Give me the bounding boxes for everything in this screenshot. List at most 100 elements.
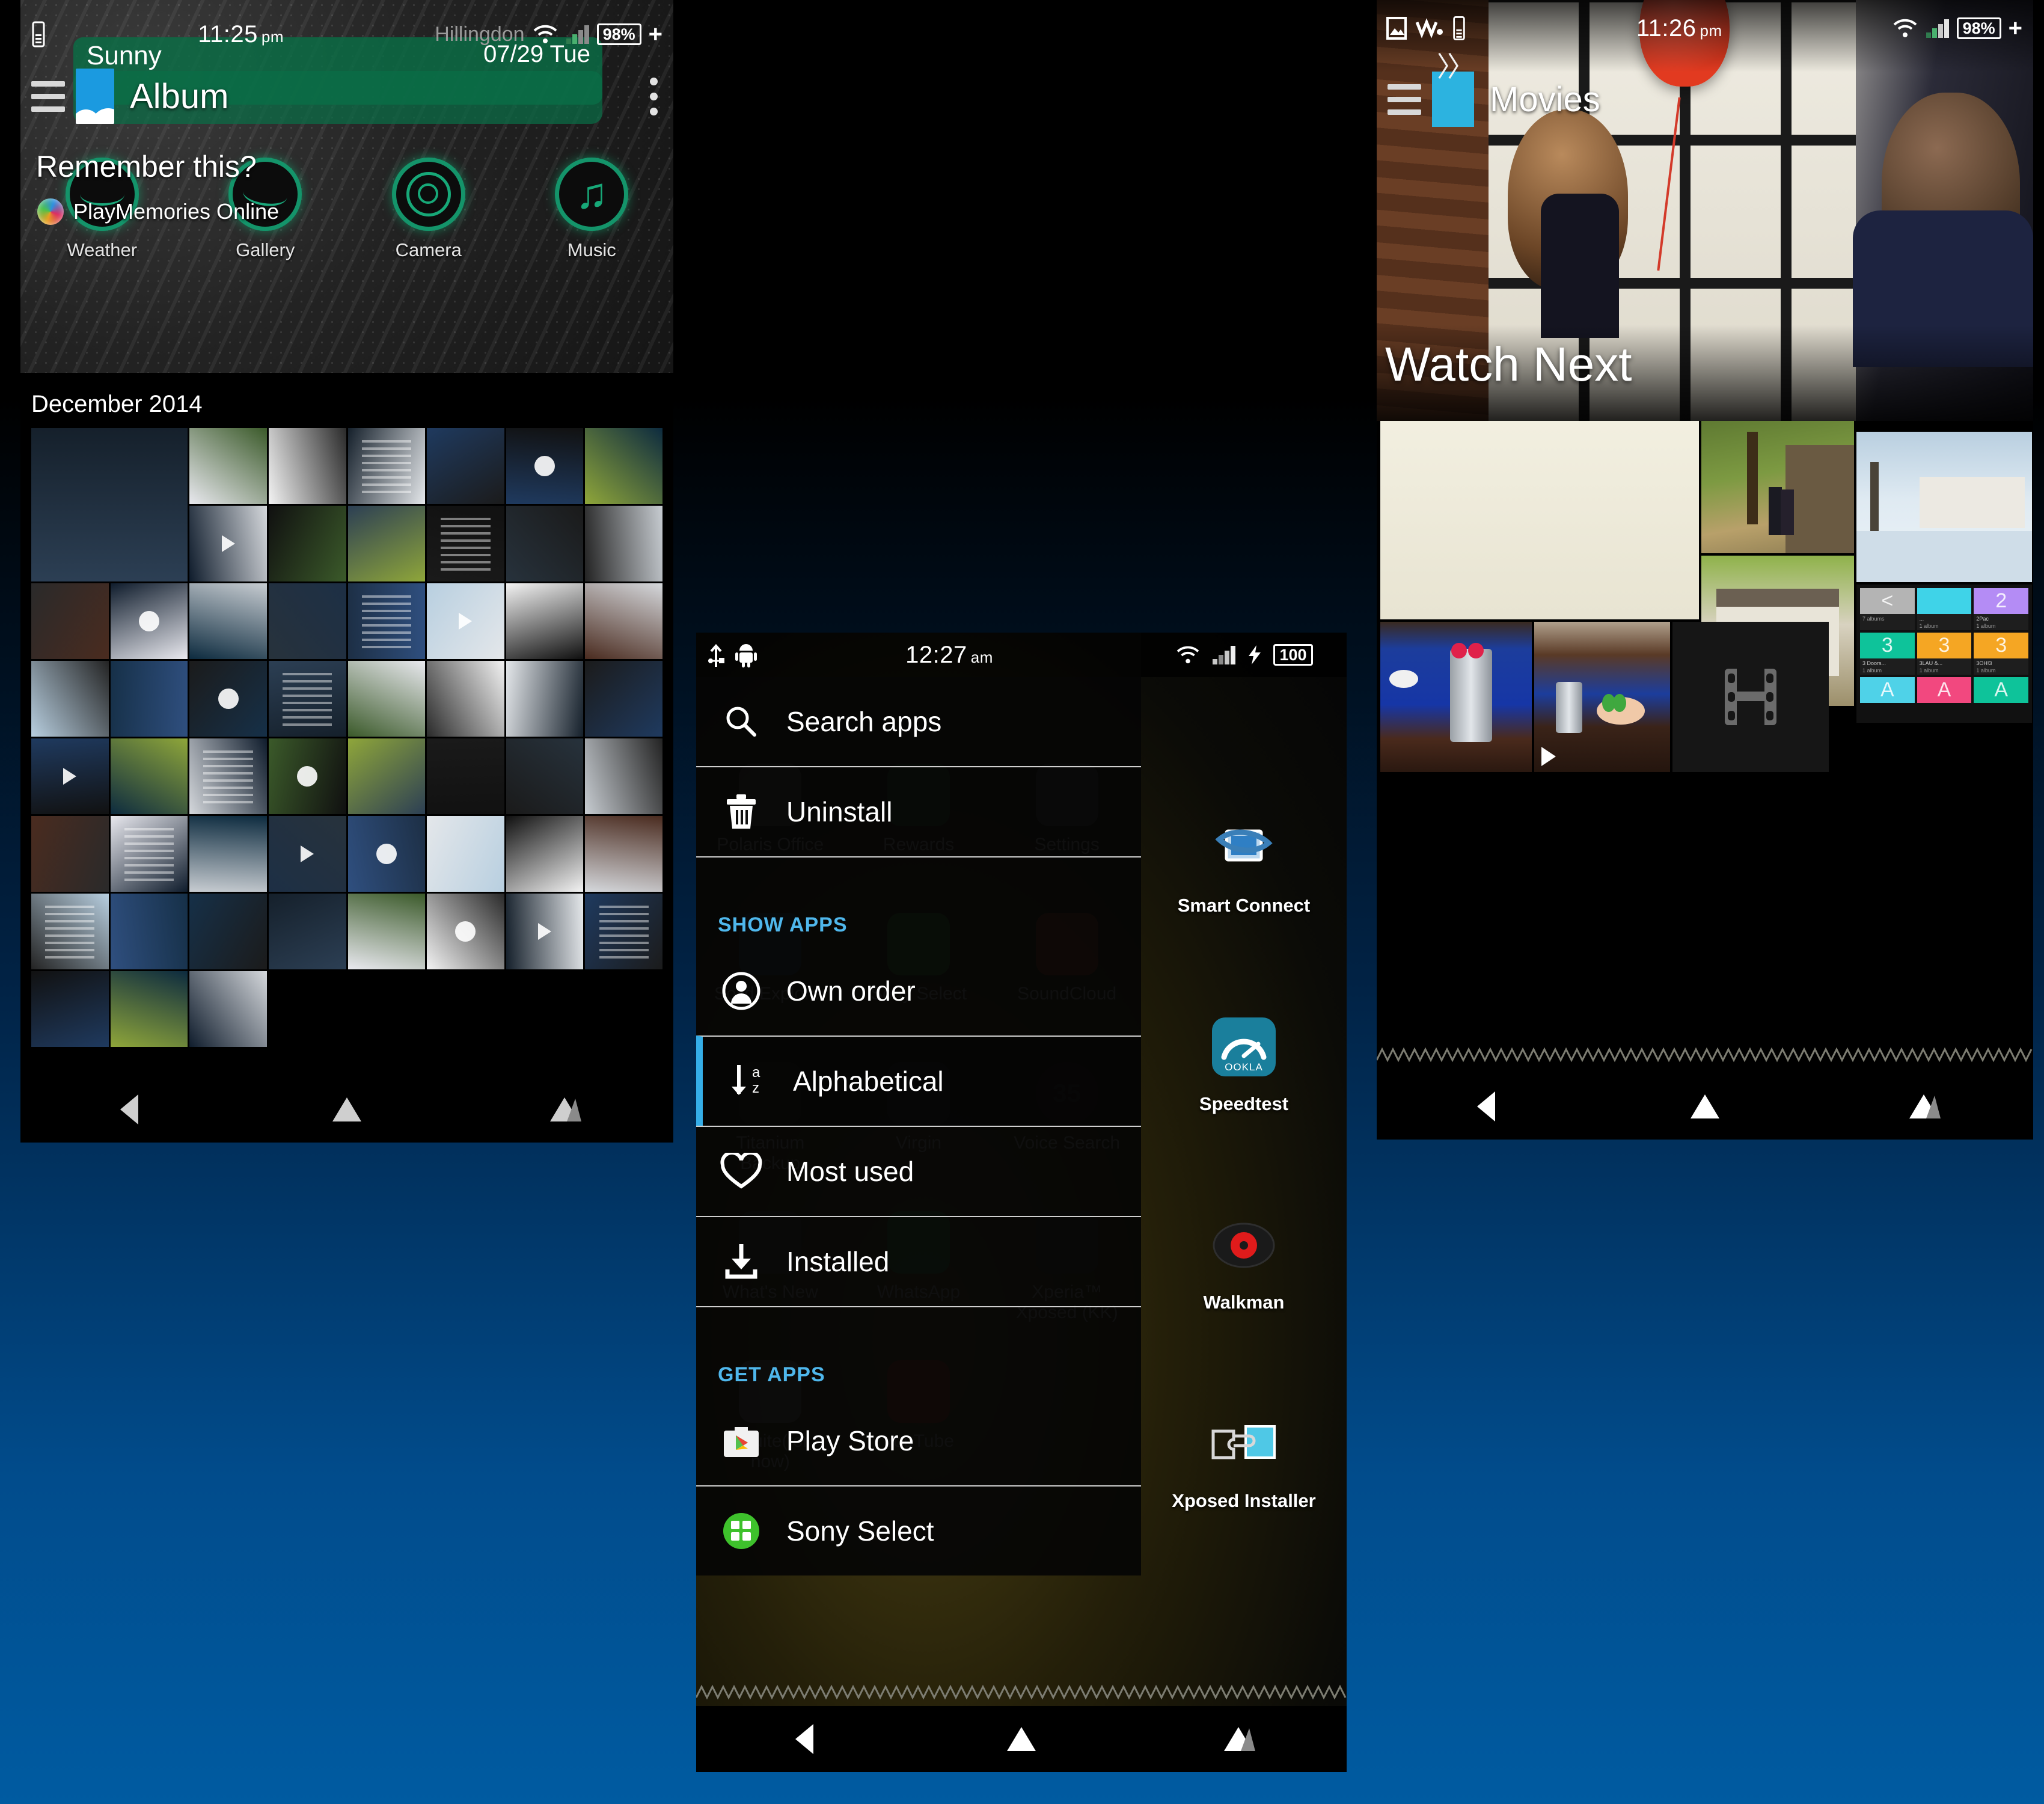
photo-thumbnail[interactable] — [506, 428, 584, 504]
menu-item-play-store[interactable]: Play Store — [696, 1396, 1141, 1485]
recents-button[interactable] — [1814, 1094, 2033, 1118]
photo-thumbnail[interactable] — [585, 583, 662, 659]
photo-thumbnail[interactable] — [189, 738, 267, 814]
photo-thumbnail[interactable] — [110, 816, 188, 892]
movie-thumbnail-claymation-2[interactable] — [1534, 622, 1670, 772]
photo-thumbnail[interactable] — [189, 661, 267, 737]
photo-thumbnail[interactable] — [268, 506, 346, 581]
photo-thumbnail[interactable] — [427, 428, 504, 504]
photo-thumbnail[interactable] — [427, 738, 504, 814]
photo-thumbnail[interactable] — [268, 661, 346, 737]
home-button[interactable] — [1596, 1094, 1814, 1118]
photo-thumbnail[interactable] — [506, 506, 584, 581]
photo-thumbnail[interactable] — [110, 894, 188, 969]
hamburger-icon[interactable] — [20, 81, 76, 112]
photo-thumbnail[interactable] — [347, 428, 426, 504]
photo-thumbnail[interactable] — [189, 428, 267, 504]
photo-thumbnail[interactable] — [110, 738, 188, 814]
photo-thumbnail[interactable] — [268, 894, 346, 969]
photo-thumbnail[interactable] — [31, 816, 109, 892]
music-artist-tile[interactable]: ... 1 album — [1917, 588, 1972, 630]
photo-thumbnail[interactable] — [268, 738, 346, 814]
photo-thumbnail[interactable] — [585, 428, 662, 504]
photo-thumbnail[interactable] — [110, 971, 188, 1047]
photo-thumbnail[interactable] — [31, 583, 109, 659]
photo-thumbnail[interactable] — [506, 738, 584, 814]
photo-thumbnail[interactable] — [189, 971, 267, 1047]
photo-thumbnail[interactable] — [31, 428, 188, 581]
side-app-walkman[interactable]: Walkman — [1141, 1210, 1347, 1408]
kebab-menu-icon[interactable] — [650, 77, 658, 115]
menu-item-alphabetical[interactable]: az Alphabetical — [696, 1035, 1141, 1126]
movie-thumbnail-claymation-1[interactable] — [1380, 622, 1532, 772]
home-button[interactable] — [238, 1097, 456, 1121]
photo-thumbnail[interactable] — [347, 894, 426, 969]
movie-thumbnail-large[interactable] — [1380, 421, 1699, 619]
photo-thumbnail[interactable] — [506, 816, 584, 892]
side-app-list[interactable]: Smart Connect OOKLA Speedtest Walkman Xposed… — [1141, 813, 1347, 1607]
photo-thumbnail[interactable] — [347, 661, 426, 737]
recents-button[interactable] — [456, 1097, 673, 1121]
photo-thumbnail[interactable] — [585, 661, 662, 737]
photo-thumbnail[interactable] — [189, 506, 267, 581]
menu-item-search-apps[interactable]: Search apps — [696, 677, 1141, 766]
photo-thumbnail[interactable] — [585, 506, 662, 581]
photo-thumbnail[interactable] — [427, 894, 504, 969]
photo-thumbnail[interactable] — [268, 816, 346, 892]
hamburger-icon[interactable] — [1377, 84, 1432, 115]
photo-thumbnail[interactable] — [110, 583, 188, 659]
back-button[interactable] — [20, 1094, 238, 1124]
back-button[interactable] — [1377, 1091, 1596, 1121]
photo-thumbnail[interactable] — [506, 583, 584, 659]
movies-thumbnail-grid[interactable]: <7 albums... 1 album 2 2Pac 1 album 3 3 Doors.… — [1380, 421, 2032, 1028]
drawer-menu[interactable]: Search apps Uninstall SHOW APPS Own orde… — [696, 677, 1141, 1575]
movie-thumbnail-music-grid[interactable]: <7 albums... 1 album 2 2Pac 1 album 3 3 Doors.… — [1856, 584, 2032, 723]
movie-thumbnail-snow[interactable] — [1856, 432, 2032, 582]
playmemories-online-link[interactable]: PlayMemories Online — [37, 198, 279, 225]
photo-thumbnail[interactable] — [189, 894, 267, 969]
photo-thumbnail[interactable] — [347, 506, 426, 581]
side-app-speedtest[interactable]: OOKLA Speedtest — [1141, 1011, 1347, 1210]
photo-thumbnail[interactable] — [268, 583, 346, 659]
music-artist-tile[interactable]: 3 3OH!3 1 album — [1974, 633, 2028, 675]
home-button[interactable] — [913, 1727, 1130, 1751]
menu-item-uninstall[interactable]: Uninstall — [696, 766, 1141, 856]
photo-thumbnail[interactable] — [31, 971, 109, 1047]
photo-thumbnail[interactable] — [110, 661, 188, 737]
photo-thumbnail[interactable] — [585, 738, 662, 814]
photo-thumbnail[interactable] — [347, 738, 426, 814]
photo-thumbnail[interactable] — [347, 583, 426, 659]
movie-thumbnail-autumn[interactable] — [1701, 421, 1854, 553]
photo-thumbnail[interactable] — [506, 894, 584, 969]
menu-item-sony-select[interactable]: Sony Select — [696, 1485, 1141, 1575]
menu-item-most-used[interactable]: Most used — [696, 1126, 1141, 1216]
photo-thumbnail[interactable] — [347, 816, 426, 892]
music-artist-tile[interactable]: 2 2Pac 1 album — [1974, 588, 2028, 630]
menu-item-installed[interactable]: Installed — [696, 1216, 1141, 1306]
music-artist-tile[interactable]: <7 albums — [1860, 588, 1915, 630]
music-artist-tile[interactable]: A — [1974, 677, 2028, 719]
photo-thumbnail[interactable] — [585, 894, 662, 969]
photo-thumbnail[interactable] — [427, 506, 504, 581]
photo-thumbnail[interactable] — [268, 428, 346, 504]
photo-thumbnail[interactable] — [427, 661, 504, 737]
photo-thumbnail[interactable] — [427, 583, 504, 659]
dock-item-music[interactable]: ♫ Music — [510, 158, 674, 278]
photo-thumbnail[interactable] — [585, 816, 662, 892]
music-artist-tile[interactable]: 3 3LAU &... 1 album — [1917, 633, 1972, 675]
music-artist-tile[interactable]: A — [1860, 677, 1915, 719]
side-app-xposed-installer[interactable]: Xposed Installer — [1141, 1408, 1347, 1607]
photo-thumbnail[interactable] — [506, 661, 584, 737]
movie-thumbnail-filmstrip-placeholder[interactable] — [1672, 622, 1829, 772]
back-button[interactable] — [696, 1724, 913, 1754]
menu-item-own-order[interactable]: Own order — [696, 946, 1141, 1035]
photo-grid[interactable] — [31, 428, 662, 1047]
photo-thumbnail[interactable] — [189, 583, 267, 659]
photo-thumbnail[interactable] — [31, 894, 109, 969]
music-artist-tile[interactable]: A — [1917, 677, 1972, 719]
side-app-smart-connect[interactable]: Smart Connect — [1141, 813, 1347, 1011]
recents-button[interactable] — [1130, 1727, 1347, 1751]
photo-thumbnail[interactable] — [31, 661, 109, 737]
photo-thumbnail[interactable] — [427, 816, 504, 892]
music-artist-tile[interactable]: 33 Doors... 1 album — [1860, 633, 1915, 675]
